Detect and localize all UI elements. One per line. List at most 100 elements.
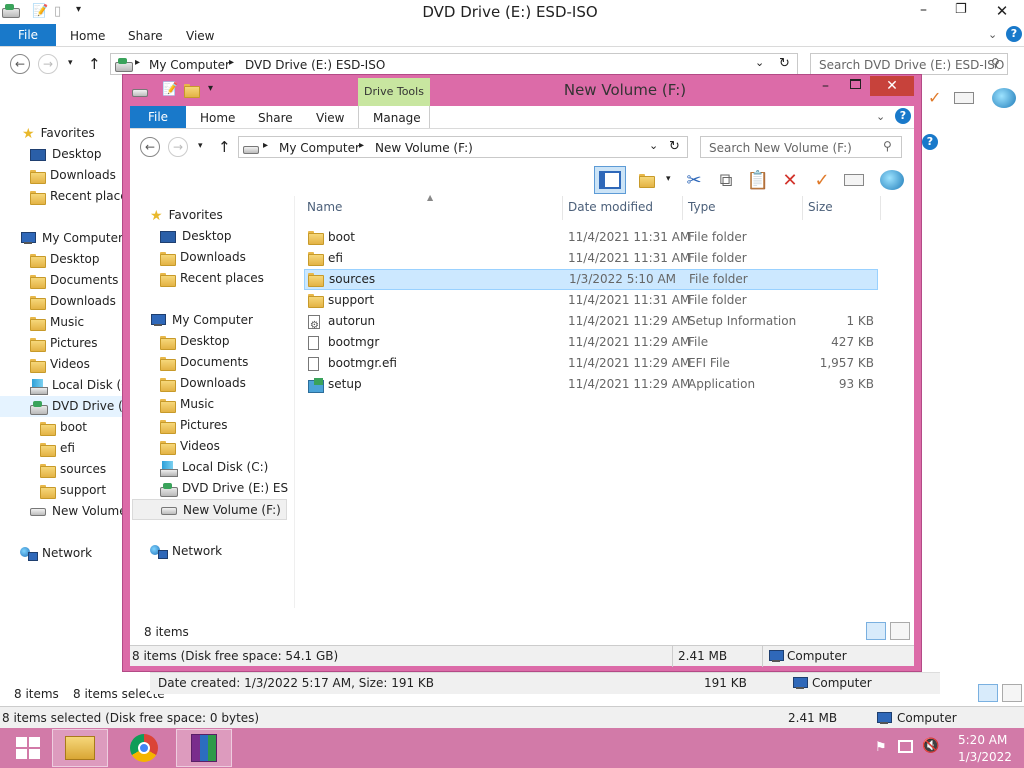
tray-flag-icon[interactable]: ⚑ bbox=[875, 740, 887, 755]
front-nav-c-localdisk[interactable]: Local Disk (C:) bbox=[160, 457, 268, 478]
front-close-button[interactable]: ✕ bbox=[870, 76, 914, 96]
front-address-dropdown-icon[interactable]: ⌄ bbox=[649, 139, 658, 152]
check-button[interactable]: ✓ bbox=[810, 168, 834, 192]
front-back-button[interactable]: ← bbox=[140, 137, 160, 157]
network-globe-button[interactable] bbox=[880, 168, 904, 192]
back-toolbar-check-icon[interactable]: ✓ bbox=[928, 88, 941, 107]
front-tab-view[interactable]: View bbox=[316, 111, 344, 125]
back-nav-computer[interactable]: My Computer bbox=[20, 228, 123, 249]
back-search-input[interactable]: Search DVD Drive (E:) ESD-ISO ⚲ bbox=[810, 53, 1008, 75]
start-button[interactable] bbox=[0, 729, 56, 767]
back-tab-share[interactable]: Share bbox=[128, 29, 163, 43]
front-ribbon-expand-icon[interactable]: ⌄ bbox=[876, 110, 885, 123]
cut-button[interactable]: ✂ bbox=[682, 168, 706, 192]
front-search-input[interactable]: Search New Volume (F:) ⚲ bbox=[700, 136, 902, 158]
back-nav-c-documents[interactable]: Documents bbox=[30, 270, 118, 291]
front-view-tiles-icon[interactable] bbox=[890, 622, 910, 640]
back-nav-c-downloads[interactable]: Downloads bbox=[30, 291, 116, 312]
front-minimize-button[interactable]: – bbox=[822, 78, 829, 94]
front-nav-c-downloads[interactable]: Downloads bbox=[160, 373, 246, 394]
front-address-bar[interactable]: ▸ My Computer ▸ New Volume (F:) ⌄ ↻ bbox=[238, 136, 688, 158]
front-up-button[interactable]: ↑ bbox=[218, 138, 231, 156]
back-help-icon[interactable]: ? bbox=[1006, 26, 1022, 42]
front-nav-recent[interactable]: Recent places bbox=[160, 268, 264, 289]
back-toolbar-globe-icon[interactable] bbox=[992, 88, 1016, 108]
back-ribbon-expand-icon[interactable]: ⌄ bbox=[988, 28, 997, 41]
qat-properties-icon[interactable]: 📝 bbox=[32, 4, 48, 19]
file-row-bootmgr[interactable]: bootmgr 11/4/2021 11:29 AM File 427 KB bbox=[304, 332, 878, 353]
back-tab-home[interactable]: Home bbox=[70, 29, 105, 43]
back-nav-downloads[interactable]: Downloads bbox=[30, 165, 116, 186]
back-help2-icon[interactable]: ? bbox=[922, 134, 938, 150]
back-nav-c-pictures[interactable]: Pictures bbox=[30, 333, 98, 354]
back-address-crumb-computer[interactable]: My Computer bbox=[149, 58, 230, 72]
back-nav-c-localdisk[interactable]: Local Disk (C: bbox=[30, 375, 134, 396]
back-recent-dropdown-icon[interactable]: ▾ bbox=[68, 58, 73, 68]
front-nav-c-documents[interactable]: Documents bbox=[160, 352, 248, 373]
back-minimize-button[interactable]: – bbox=[920, 2, 927, 18]
taskbar-chrome[interactable] bbox=[116, 729, 172, 767]
back-address-dropdown-icon[interactable]: ⌄ bbox=[755, 56, 764, 69]
back-nav-dvd-sources[interactable]: sources bbox=[40, 459, 106, 480]
back-nav-desktop[interactable]: Desktop bbox=[30, 144, 102, 165]
back-forward-button[interactable]: → bbox=[38, 54, 58, 74]
back-nav-c-videos[interactable]: Videos bbox=[30, 354, 90, 375]
front-qat-dropdown-icon[interactable]: ▾ bbox=[208, 83, 213, 94]
back-nav-c-desktop[interactable]: Desktop bbox=[30, 249, 100, 270]
back-nav-dvd-support[interactable]: support bbox=[40, 480, 106, 501]
back-nav-newvolume[interactable]: New Volume bbox=[30, 501, 127, 522]
front-maximize-button[interactable] bbox=[850, 79, 861, 89]
back-search-icon[interactable]: ⚲ bbox=[991, 56, 1000, 70]
front-nav-downloads[interactable]: Downloads bbox=[160, 247, 246, 268]
back-maximize-button[interactable]: ❐ bbox=[955, 2, 967, 17]
front-address-crumb-volume[interactable]: New Volume (F:) bbox=[375, 141, 473, 155]
copy-button[interactable]: ⧉ bbox=[714, 168, 738, 192]
back-nav-dvd-efi[interactable]: efi bbox=[40, 438, 75, 459]
front-nav-c-music[interactable]: Music bbox=[160, 394, 214, 415]
rename-button[interactable] bbox=[842, 168, 866, 192]
file-row-support[interactable]: support 11/4/2021 11:31 AM File folder bbox=[304, 290, 878, 311]
taskbar-winrar[interactable] bbox=[176, 729, 232, 767]
tray-time[interactable]: 5:20 AM bbox=[958, 733, 1007, 747]
back-toolbar-rename-icon[interactable] bbox=[954, 92, 974, 104]
front-recent-dropdown-icon[interactable]: ▾ bbox=[198, 141, 203, 151]
front-nav-c-pictures[interactable]: Pictures bbox=[160, 415, 228, 436]
qat-dropdown-icon[interactable]: ▾ bbox=[76, 4, 81, 15]
back-view-tiles-icon[interactable] bbox=[1002, 684, 1022, 702]
front-nav-desktop[interactable]: Desktop bbox=[160, 226, 232, 247]
preview-pane-button[interactable] bbox=[594, 166, 626, 194]
back-address-crumb-drive[interactable]: DVD Drive (E:) ESD-ISO bbox=[245, 58, 385, 72]
front-forward-button[interactable]: → bbox=[168, 137, 188, 157]
drive-tools-tab[interactable]: Drive Tools bbox=[358, 78, 430, 106]
back-close-button[interactable]: ✕ bbox=[980, 0, 1024, 22]
qat-newfolder-icon[interactable]: ▯ bbox=[54, 4, 61, 19]
column-header-size[interactable]: Size bbox=[808, 200, 833, 214]
back-view-details-icon[interactable] bbox=[978, 684, 998, 702]
front-view-details-icon[interactable] bbox=[866, 622, 886, 640]
front-tab-home[interactable]: Home bbox=[200, 111, 235, 125]
back-address-bar[interactable]: ▸ My Computer ▸ DVD Drive (E:) ESD-ISO ⌄… bbox=[110, 53, 798, 75]
properties-dropdown-icon[interactable]: ▾ bbox=[666, 174, 671, 184]
column-header-name[interactable]: Name bbox=[307, 200, 342, 214]
front-nav-c-desktop[interactable]: Desktop bbox=[160, 331, 230, 352]
front-help-icon[interactable]: ? bbox=[895, 108, 911, 124]
front-qat-properties-icon[interactable]: 📝 bbox=[162, 82, 178, 97]
tray-network-icon[interactable] bbox=[898, 740, 913, 753]
back-nav-network[interactable]: Network bbox=[20, 543, 92, 564]
column-header-date[interactable]: Date modified bbox=[568, 200, 653, 214]
back-up-button[interactable]: ↑ bbox=[88, 55, 101, 73]
back-nav-c-dvd[interactable]: DVD Drive (E:) bbox=[0, 396, 139, 417]
back-tab-view[interactable]: View bbox=[186, 29, 214, 43]
front-nav-c-dvd[interactable]: DVD Drive (E:) ESD-IS bbox=[160, 478, 288, 499]
back-tab-file[interactable]: File bbox=[0, 24, 56, 46]
back-nav-c-music[interactable]: Music bbox=[30, 312, 84, 333]
front-nav-c-newvolume[interactable]: New Volume (F:) bbox=[132, 499, 287, 520]
paste-button[interactable]: 📋 bbox=[746, 168, 770, 192]
tray-volume-icon[interactable]: 🔇 bbox=[922, 738, 939, 754]
front-nav-computer[interactable]: My Computer bbox=[150, 310, 253, 331]
file-row-sources[interactable]: sources 1/3/2022 5:10 AM File folder bbox=[304, 269, 878, 290]
taskbar-file-explorer[interactable] bbox=[52, 729, 108, 767]
file-row-setup[interactable]: setup 11/4/2021 11:29 AM Application 93 … bbox=[304, 374, 878, 395]
back-nav-favorites[interactable]: ★ Favorites bbox=[22, 123, 95, 144]
file-row-efi[interactable]: efi 11/4/2021 11:31 AM File folder bbox=[304, 248, 878, 269]
